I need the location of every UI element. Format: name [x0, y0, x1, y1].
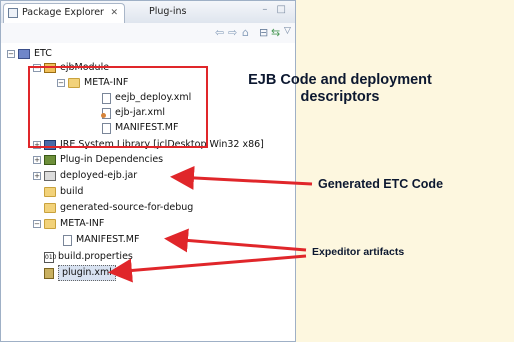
arrow-to-deployed-jar — [170, 165, 313, 190]
arrow-to-plugin-xml — [108, 254, 307, 283]
annotation-arrows — [108, 165, 313, 283]
arrow-to-manifest — [164, 228, 307, 253]
